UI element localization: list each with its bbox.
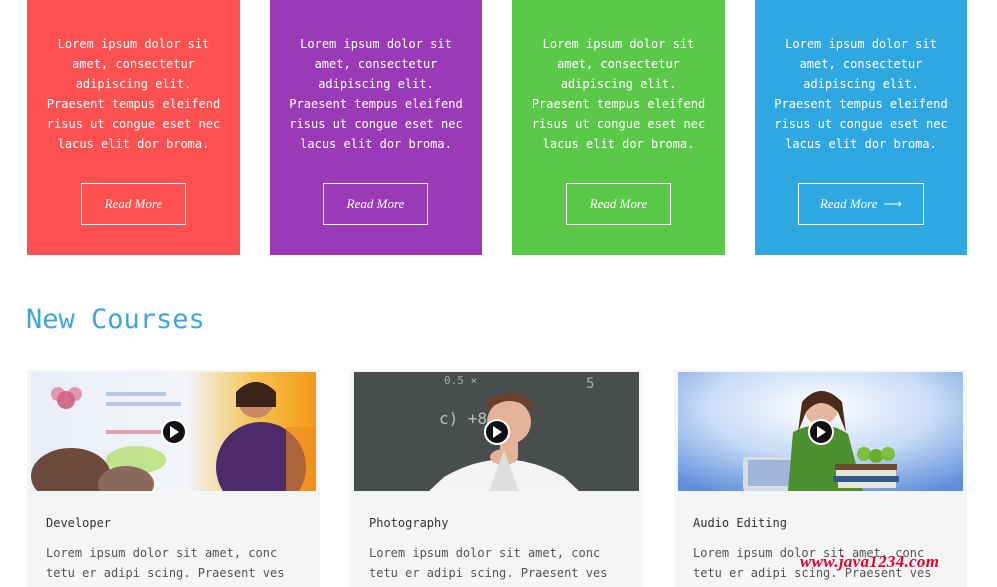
svg-text:5: 5 — [586, 376, 594, 392]
course-description: Lorem ipsum dolor sit amet, conc tetu er… — [46, 546, 285, 580]
read-more-label: Read More — [346, 196, 405, 211]
feature-card-text: Lorem ipsum dolor sit amet, consectetur … — [774, 37, 948, 151]
read-more-button[interactable]: Read More — [323, 183, 428, 225]
watermark-text: www.java1234.com — [800, 552, 940, 571]
feature-card-4: Lorem ipsum dolor sit amet, consectetur … — [755, 0, 967, 255]
feature-card-2: Lorem ipsum dolor sit amet, consectetur … — [270, 0, 482, 255]
play-icon[interactable] — [161, 419, 187, 445]
course-thumbnail[interactable] — [31, 372, 316, 491]
play-icon[interactable] — [808, 419, 834, 445]
feature-card-text: Lorem ipsum dolor sit amet, consectetur … — [531, 37, 706, 151]
section-title: New Courses — [26, 304, 205, 335]
read-more-label: Read More — [589, 196, 648, 211]
read-more-label: Read More — [104, 196, 163, 211]
arrow-right-icon: ⟶ — [883, 196, 903, 211]
course-thumbnail[interactable]: 0.5 × 5 c) +8 — [354, 372, 639, 491]
feature-card-text: Lorem ipsum dolor sit amet, consectetur … — [46, 37, 221, 151]
course-title[interactable]: Developer — [46, 516, 111, 530]
read-more-button[interactable]: Read More — [81, 183, 186, 225]
course-description: Lorem ipsum dolor sit amet, conc tetu er… — [369, 546, 608, 580]
course-card-photography[interactable]: 0.5 × 5 c) +8 Photography Lorem ipsum do… — [350, 370, 642, 587]
svg-text:0.5 ×: 0.5 × — [444, 374, 477, 387]
play-icon[interactable] — [484, 419, 510, 445]
course-title[interactable]: Photography — [369, 516, 448, 530]
read-more-button[interactable]: Read More — [566, 183, 671, 225]
feature-card-text: Lorem ipsum dolor sit amet, consectetur … — [289, 37, 463, 151]
read-more-label: Read More — [819, 196, 878, 211]
svg-text:c) +8: c) +8 — [439, 409, 487, 428]
read-more-button[interactable]: Read More ⟶ — [798, 183, 924, 225]
feature-card-3: Lorem ipsum dolor sit amet, consectetur … — [512, 0, 725, 255]
course-title[interactable]: Audio Editing — [693, 516, 787, 530]
course-card-developer[interactable]: Developer Lorem ipsum dolor sit amet, co… — [27, 370, 320, 587]
course-thumbnail[interactable] — [678, 372, 963, 491]
feature-card-1: Lorem ipsum dolor sit amet, consectetur … — [27, 0, 240, 255]
